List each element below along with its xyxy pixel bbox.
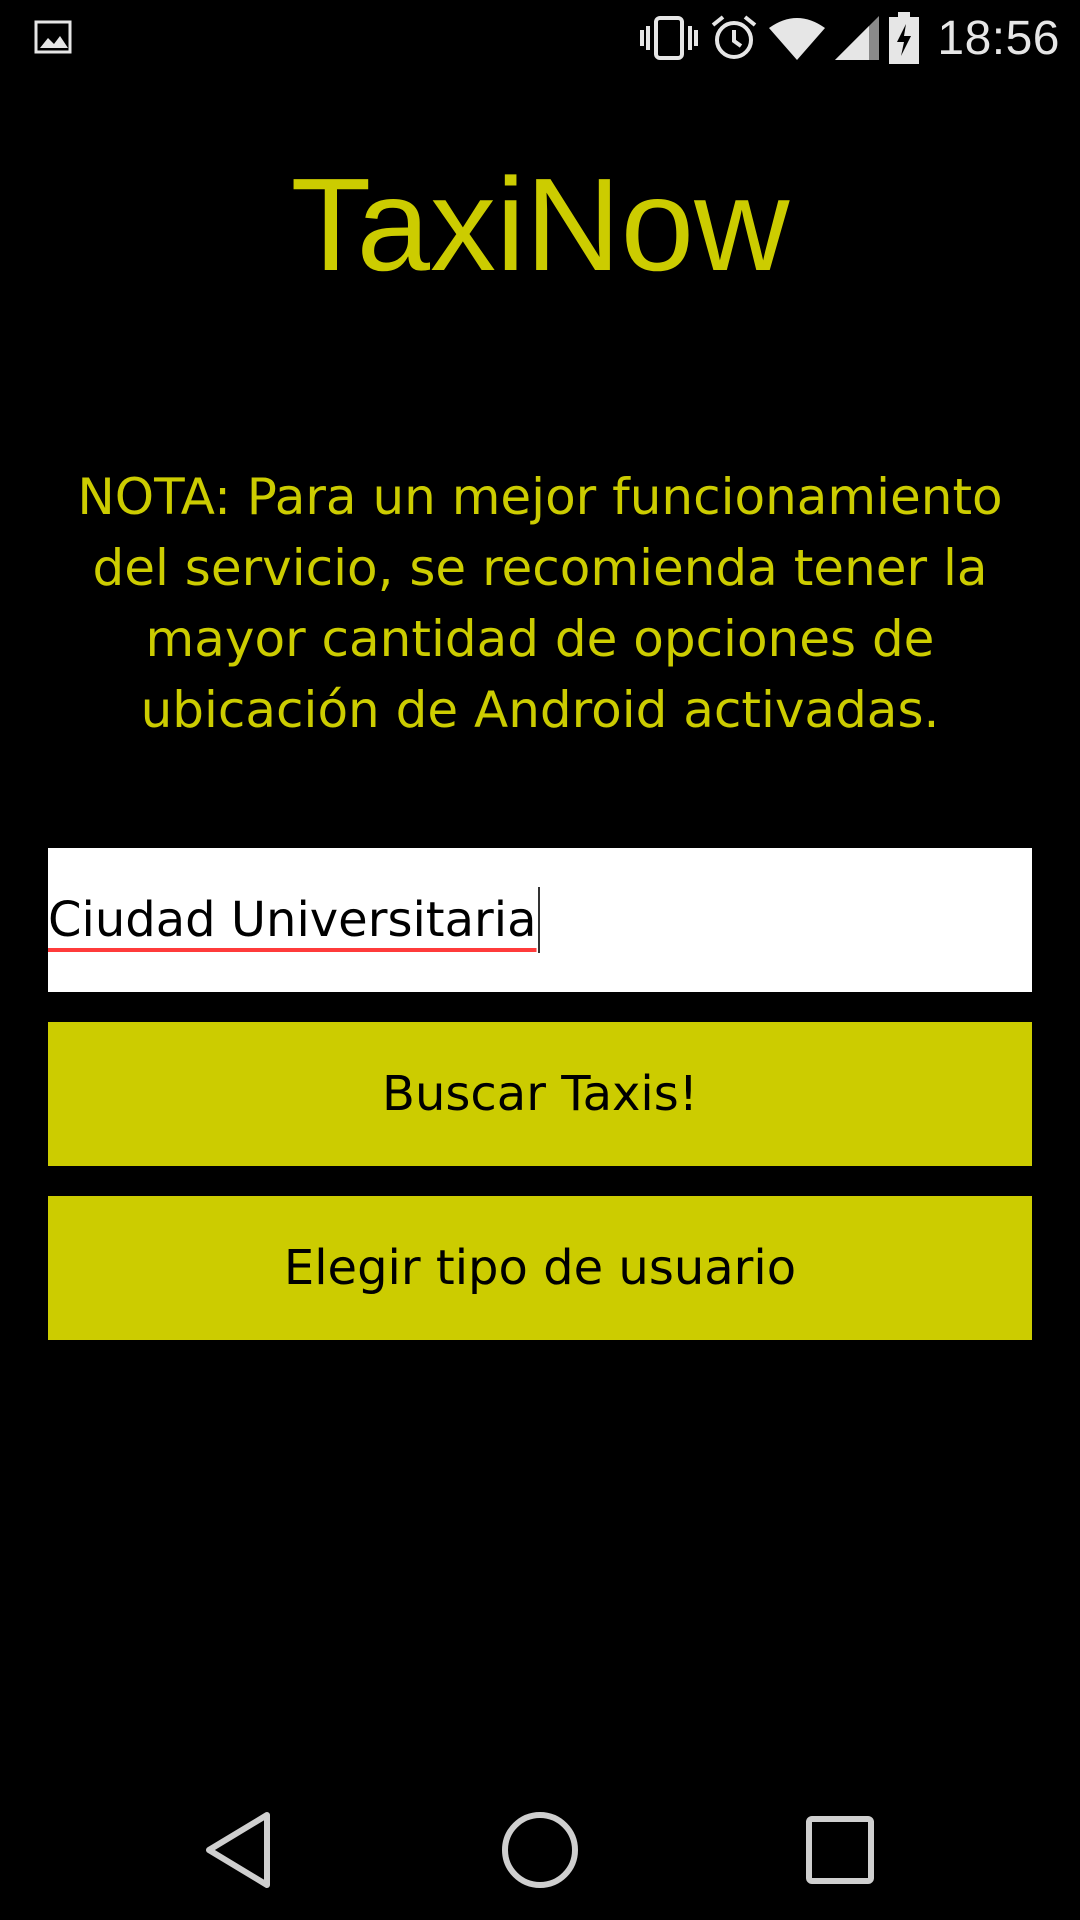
back-icon[interactable] (195, 1805, 285, 1895)
recents-icon[interactable] (795, 1805, 885, 1895)
status-bar: 18:56 (0, 0, 1080, 75)
status-icons: 18:56 (639, 10, 1060, 66)
alarm-icon (709, 13, 759, 63)
vibrate-icon (639, 14, 699, 62)
location-input-value: Ciudad Universitaria (48, 892, 537, 948)
search-taxis-button[interactable]: Buscar Taxis! (48, 1022, 1032, 1166)
text-caret (537, 887, 540, 953)
app-title: TaxiNow (290, 151, 790, 298)
location-note: NOTA: Para un mejor funcionamiento del s… (77, 468, 1003, 739)
wifi-icon (769, 16, 826, 60)
choose-user-type-button[interactable]: Elegir tipo de usuario (48, 1196, 1032, 1340)
home-icon[interactable] (495, 1805, 585, 1895)
gallery-icon (34, 18, 74, 58)
battery-charging-icon (889, 12, 920, 64)
navigation-bar (0, 1770, 1080, 1920)
signal-icon (835, 16, 880, 60)
status-time: 18:56 (937, 11, 1060, 65)
location-input[interactable]: Ciudad Universitaria (48, 848, 1032, 992)
